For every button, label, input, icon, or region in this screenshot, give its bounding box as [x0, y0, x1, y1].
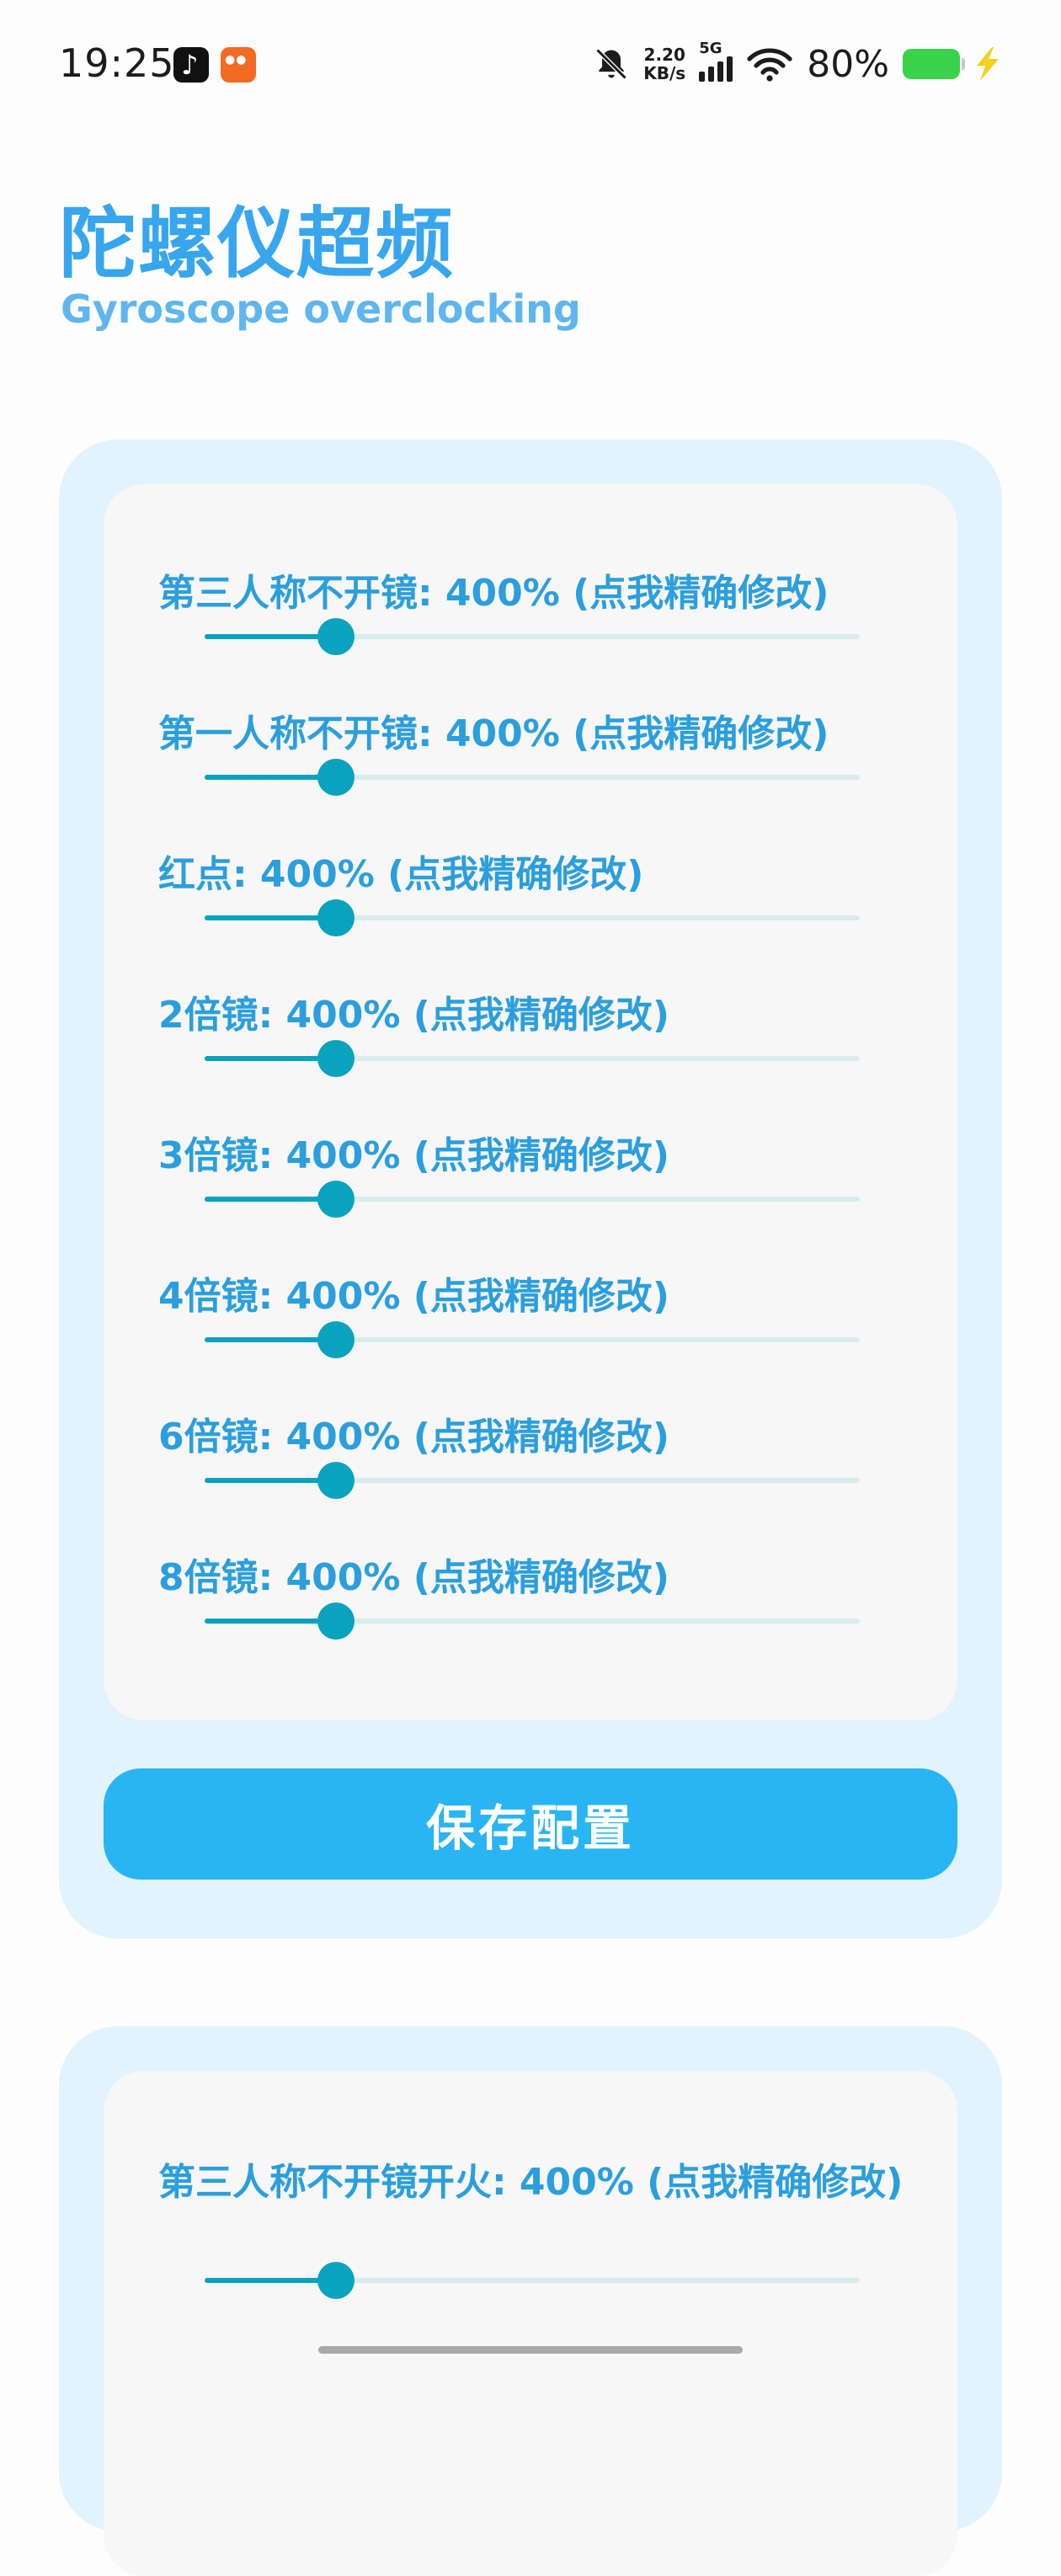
- signal-icon: 5G: [699, 40, 733, 82]
- slider-track[interactable]: [205, 2262, 860, 2299]
- slider-thumb[interactable]: [317, 759, 355, 796]
- page-title: 陀螺仪超频: [59, 199, 456, 289]
- tiktok-icon: [173, 47, 209, 83]
- sensitivity-card: 第三人称不开镜: 400% (点我精确修改) 第一人称不开镜: 400% (点我…: [59, 440, 1002, 1939]
- bell-muted-icon: [595, 48, 627, 80]
- slider-track[interactable]: [205, 899, 860, 936]
- slider-fill: [205, 634, 336, 639]
- slider-track[interactable]: [205, 759, 860, 796]
- slider-fill: [205, 1619, 336, 1624]
- slider-label[interactable]: 2倍镜: 400% (点我精确修改): [158, 988, 916, 1043]
- page-subtitle: Gyroscope overclocking: [61, 286, 581, 332]
- status-time: 19:25: [59, 40, 175, 86]
- slider-thumb[interactable]: [317, 1462, 355, 1499]
- fire-sensitivity-card: 第三人称不开镜开火: 400% (点我精确修改): [59, 2026, 1002, 2576]
- status-right: 2.20 KB/s 5G 80%: [593, 39, 1002, 89]
- wifi-icon: [747, 48, 792, 82]
- slider-track[interactable]: [205, 1040, 860, 1077]
- slider-thumb[interactable]: [317, 618, 355, 655]
- slider-label[interactable]: 红点: 400% (点我精确修改): [158, 847, 916, 903]
- slider-thumb[interactable]: [317, 1040, 355, 1077]
- charging-icon: [977, 47, 999, 81]
- slider-thumb[interactable]: [317, 899, 355, 936]
- net-speed-unit: KB/s: [643, 63, 686, 83]
- slider-thumb[interactable]: [317, 2262, 355, 2299]
- slider-fill: [205, 775, 336, 780]
- slider-track[interactable]: [205, 618, 860, 655]
- status-bar: 19:25 2.20 KB/s 5G 80%: [0, 0, 1061, 131]
- slider-fill: [205, 1056, 336, 1061]
- network-type: 5G: [699, 40, 722, 57]
- slider-thumb[interactable]: [317, 1321, 355, 1358]
- slider-label[interactable]: 6倍镜: 400% (点我精确修改): [158, 1410, 916, 1465]
- slider-fill: [205, 1478, 336, 1483]
- slider-panel: 第三人称不开镜开火: 400% (点我精确修改): [104, 2071, 957, 2576]
- slider-label[interactable]: 3倍镜: 400% (点我精确修改): [158, 1128, 916, 1184]
- slider-label[interactable]: 8倍镜: 400% (点我精确修改): [158, 1550, 916, 1606]
- slider-thumb[interactable]: [317, 1181, 355, 1218]
- slider-fill: [205, 1197, 336, 1202]
- slider-label[interactable]: 第三人称不开镜开火: 400% (点我精确修改): [158, 2155, 916, 2211]
- slider-label[interactable]: 第三人称不开镜: 400% (点我精确修改): [158, 566, 916, 621]
- save-config-button[interactable]: 保存配置: [104, 1768, 957, 1880]
- home-indicator[interactable]: [318, 2346, 743, 2354]
- net-speed: 2.20 KB/s: [643, 45, 685, 83]
- slider-fill: [205, 1337, 336, 1342]
- slider-label[interactable]: 第一人称不开镜: 400% (点我精确修改): [158, 707, 916, 762]
- slider-track[interactable]: [205, 1462, 860, 1499]
- slider-label[interactable]: 4倍镜: 400% (点我精确修改): [158, 1269, 916, 1325]
- slider-track[interactable]: [205, 1321, 860, 1358]
- slider-track[interactable]: [205, 1603, 860, 1640]
- battery-percent: 80%: [807, 42, 889, 86]
- slider-fill: [205, 915, 336, 920]
- slider-track[interactable]: [205, 1181, 860, 1218]
- kuaishou-icon: [221, 47, 256, 83]
- slider-fill: [205, 2278, 336, 2283]
- battery-icon: [903, 49, 965, 79]
- slider-thumb[interactable]: [317, 1603, 355, 1640]
- slider-panel: 第三人称不开镜: 400% (点我精确修改) 第一人称不开镜: 400% (点我…: [104, 484, 957, 1720]
- net-speed-value: 2.20: [643, 45, 685, 65]
